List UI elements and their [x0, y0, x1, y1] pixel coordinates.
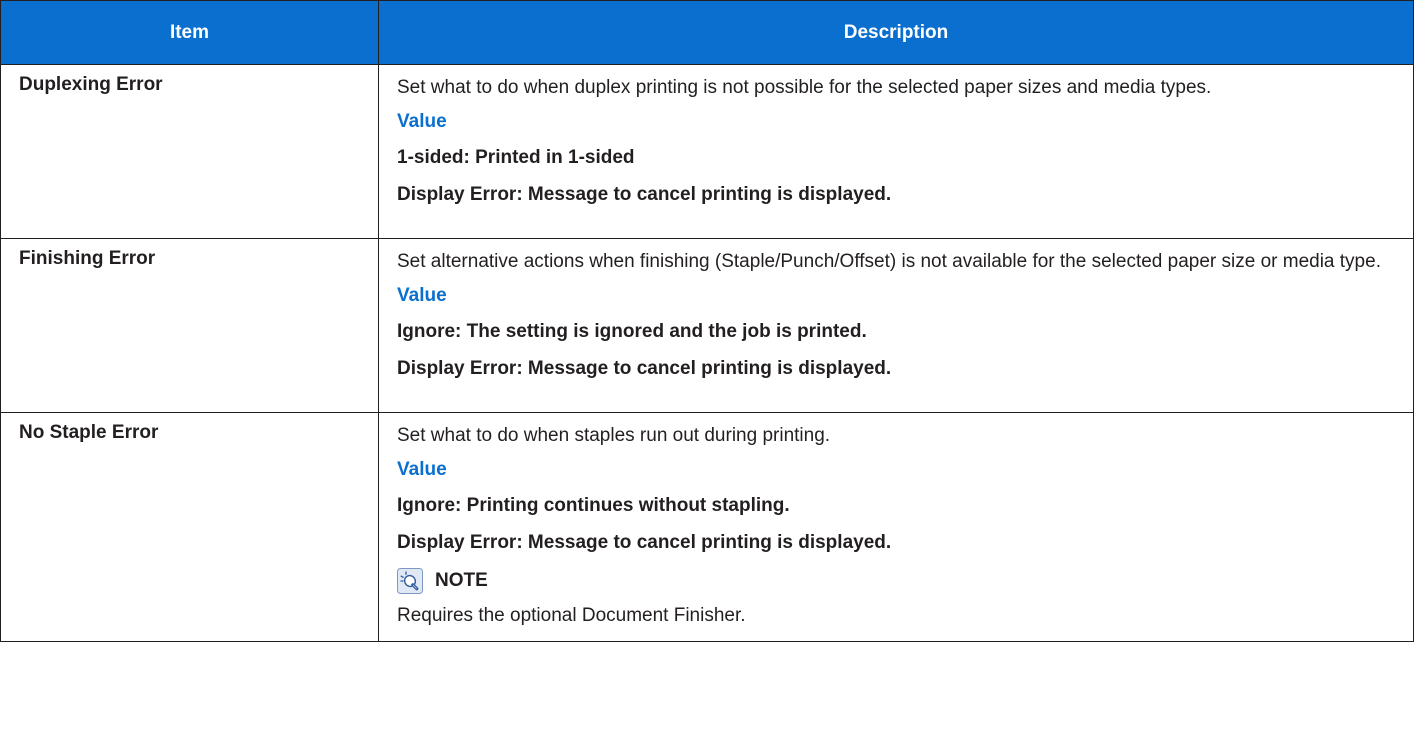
- table-header-row: Item Description: [0, 0, 1414, 65]
- item-name: No Staple Error: [0, 412, 379, 642]
- item-description-cell: Set alternative actions when finishing (…: [378, 238, 1414, 413]
- value-heading: Value: [397, 285, 447, 306]
- item-description-cell: Set what to do when duplex printing is n…: [378, 64, 1414, 239]
- value-option: 1-sided: Printed in 1-sided: [397, 147, 635, 168]
- value-option: Display Error: Message to cancel printin…: [397, 358, 892, 379]
- value-option: Display Error: Message to cancel printin…: [397, 184, 892, 205]
- item-name: Duplexing Error: [0, 64, 379, 239]
- description-column-header: Description: [378, 0, 1414, 65]
- value-option: Ignore: Printing continues without stapl…: [397, 495, 790, 516]
- table-row: Duplexing Error Set what to do when dupl…: [0, 64, 1414, 239]
- note-label: NOTE: [435, 570, 488, 591]
- note-callout: NOTE: [397, 568, 1399, 594]
- description-text: Set what to do when duplex printing is n…: [397, 77, 1212, 98]
- value-option: Ignore: The setting is ignored and the j…: [397, 321, 867, 342]
- note-text: Requires the optional Document Finisher.: [397, 605, 746, 626]
- table-row: No Staple Error Set what to do when stap…: [0, 412, 1414, 642]
- note-lightbulb-icon: [397, 568, 423, 594]
- description-text: Set what to do when staples run out duri…: [397, 425, 831, 446]
- item-name: Finishing Error: [0, 238, 379, 413]
- item-description-cell: Set what to do when staples run out duri…: [378, 412, 1414, 642]
- value-heading: Value: [397, 459, 447, 480]
- description-text: Set alternative actions when finishing (…: [397, 251, 1381, 272]
- value-heading: Value: [397, 111, 447, 132]
- value-option: Display Error: Message to cancel printin…: [397, 532, 892, 553]
- settings-table: Item Description Duplexing Error Set wha…: [0, 0, 1414, 642]
- table-row: Finishing Error Set alternative actions …: [0, 238, 1414, 413]
- item-column-header: Item: [0, 0, 379, 65]
